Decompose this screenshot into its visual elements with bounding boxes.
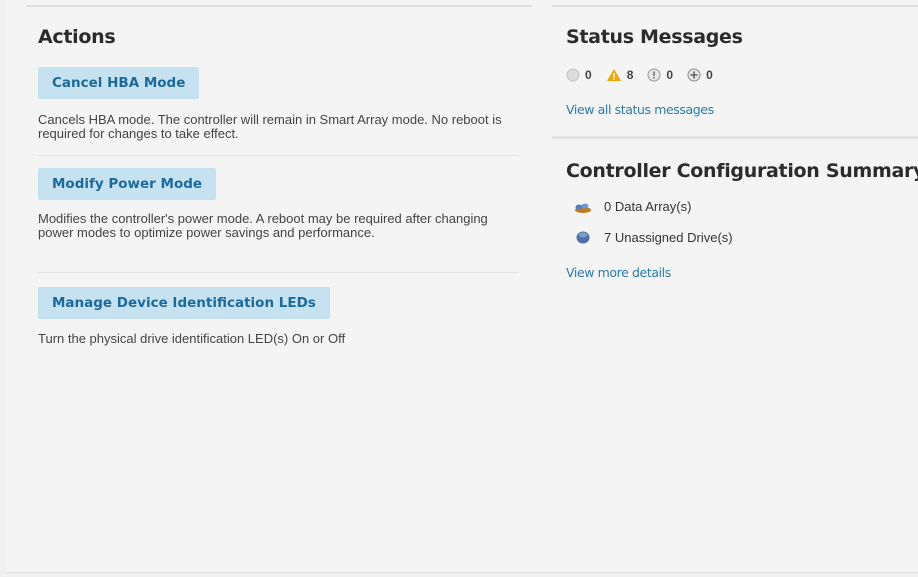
divider (552, 136, 918, 139)
cancel-hba-mode-description: Cancels HBA mode. The controller will re… (38, 112, 502, 141)
status-counts: 0 8 0 0 (566, 66, 727, 84)
error-count: 0 (666, 68, 674, 82)
critical-count: 0 (706, 68, 713, 82)
error-status[interactable]: 0 (647, 68, 673, 82)
warning-status[interactable]: 8 (606, 68, 634, 82)
modify-power-mode-description: Modifies the controller's power mode. A … (38, 211, 488, 240)
manage-leds-description: Turn the physical drive identification L… (38, 331, 346, 346)
critical-status[interactable]: 0 (687, 68, 713, 82)
cancel-hba-mode-button[interactable]: Cancel HBA Mode (38, 67, 200, 99)
critical-circle-icon (687, 68, 701, 82)
data-array-label: 0 Data Array(s) (604, 199, 692, 214)
divider (38, 272, 518, 273)
view-all-status-messages-link[interactable]: View all status messages (566, 102, 714, 117)
unassigned-drive-label: 7 Unassigned Drive(s) (604, 229, 733, 245)
manage-device-identification-leds-button[interactable]: Manage Device Identification LEDs (38, 287, 330, 319)
divider (38, 155, 518, 156)
data-array-row: 0 Data Array(s) (572, 199, 691, 214)
configuration-summary-heading: Controller Configuration Summary (566, 160, 918, 182)
right-panel-top-border (552, 5, 918, 7)
warning-triangle-icon (606, 69, 621, 81)
view-more-details-link[interactable]: View more details (566, 265, 671, 280)
info-status[interactable]: 0 (566, 68, 592, 82)
data-array-icon (572, 200, 594, 214)
modify-power-mode-button[interactable]: Modify Power Mode (38, 168, 217, 200)
info-circle-icon (566, 68, 580, 82)
left-panel-top-border (26, 5, 532, 7)
unassigned-drive-icon (572, 229, 594, 245)
unassigned-drive-row: 7 Unassigned Drive(s) (572, 229, 733, 245)
actions-heading: Actions (38, 26, 116, 48)
warning-count: 8 (626, 68, 634, 82)
error-circle-icon (647, 68, 661, 82)
status-messages-heading: Status Messages (566, 26, 743, 48)
info-count: 0 (585, 68, 592, 82)
